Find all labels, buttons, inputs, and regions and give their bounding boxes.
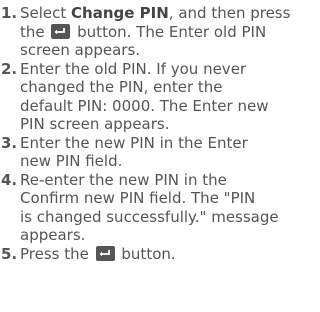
change-pin-term: Change PIN	[71, 4, 169, 22]
enter-button-icon	[51, 23, 71, 39]
enter-button-icon	[95, 245, 115, 261]
step-1: 1. Select Change PIN, and then press the…	[0, 4, 302, 60]
step-line: Enter the old PIN. If you never	[20, 59, 247, 78]
step-number: 3.	[1, 133, 18, 152]
step-line: Enter the new PIN in the Enter	[20, 133, 248, 152]
instruction-steps: 1. Select Change PIN, and then press the…	[0, 4, 302, 263]
step-3: 3. Enter the new PIN in the Enter new PI…	[0, 134, 302, 171]
step-text: Select	[20, 4, 72, 22]
step-text: the	[20, 22, 50, 41]
step-line: the button. The Enter old PIN	[20, 23, 302, 42]
step-line: Press the button.	[20, 245, 302, 264]
step-5: 5. Press the button.	[0, 245, 302, 264]
step-line: new PIN field.	[20, 152, 123, 170]
step-line: Re-enter the new PIN in the	[20, 170, 227, 189]
step-4: 4. Re-enter the new PIN in the Confirm n…	[0, 171, 302, 245]
step-line: is changed successfully." message	[20, 207, 279, 226]
step-line: changed the PIN, enter the	[20, 78, 223, 96]
step-line: Confirm new PIN field. The "PIN	[20, 189, 256, 207]
step-number: 2.	[1, 59, 18, 78]
step-line: default PIN: 0000. The Enter new	[20, 96, 269, 115]
step-line: appears.	[20, 226, 86, 244]
step-line: Select Change PIN, and then press	[20, 4, 302, 23]
step-2: 2. Enter the old PIN. If you never chang…	[0, 60, 302, 134]
step-line: PIN screen appears.	[20, 115, 170, 133]
step-text: button.	[116, 244, 176, 263]
step-text: Press the	[20, 244, 94, 263]
step-number: 1.	[1, 4, 18, 22]
step-number: 5.	[1, 244, 18, 263]
step-text: button. The Enter old PIN	[72, 22, 267, 41]
step-number: 4.	[1, 170, 18, 189]
step-text: , and then press	[168, 4, 291, 22]
step-line: screen appears.	[20, 41, 141, 59]
